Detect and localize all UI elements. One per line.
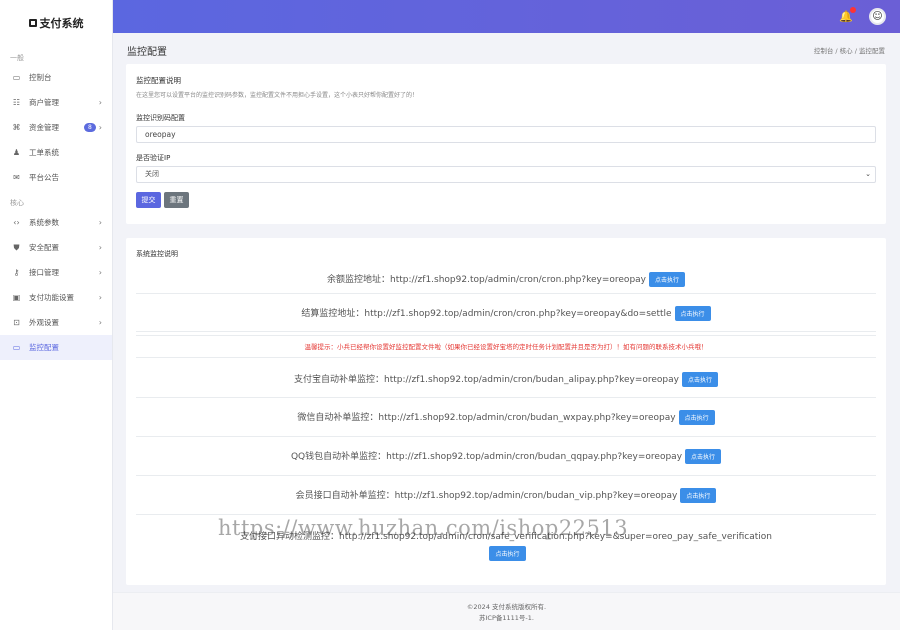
sidebar-item-5[interactable]: ‹› 系统参数 › (0, 210, 112, 235)
monitor-row: 结算监控地址：http://zf1.shop92.top/admin/cron/… (136, 294, 876, 332)
chevron-right-icon: › (98, 318, 102, 327)
monitor-url-text: 结算监控地址：http://zf1.shop92.top/admin/cron/… (301, 309, 672, 319)
monitor-card: 系统监控说明 余额监控地址：http://zf1.shop92.top/admi… (126, 238, 886, 585)
chevron-right-icon: › (98, 268, 102, 277)
sidebar-item-6[interactable]: ⛊ 安全配置 › (0, 235, 112, 260)
nav-group-core: 核心 (10, 199, 24, 207)
top-bar: 🔔 ☺ (113, 0, 900, 33)
monitor-row: 余额监控地址：http://zf1.shop92.top/admin/cron/… (136, 260, 876, 294)
reset-button[interactable]: 重置 (164, 192, 189, 208)
monitor-row: 微信自动补单监控：http://zf1.shop92.top/admin/cro… (136, 398, 876, 437)
app-brand[interactable]: 支付系统 (0, 0, 112, 45)
monitor-icon: ▭ (12, 73, 21, 82)
sidebar-item-2[interactable]: ⌘ 资金管理 8 › (0, 115, 112, 140)
monitor-url-text: 支付宝自动补单监控：http://zf1.shop92.top/admin/cr… (293, 375, 679, 385)
verify-ip-select[interactable]: 关闭 ⌄ (136, 166, 876, 183)
sidebar-item-label: 接口管理 (29, 268, 59, 277)
monitor-url-text: 支付接口异动检测监控：http://zf1.shop92.top/admin/c… (240, 532, 772, 542)
breadcrumb[interactable]: 控制台 / 核心 / 监控配置 (814, 45, 885, 55)
chevron-right-icon: › (98, 293, 102, 302)
monitor-url-text: QQ钱包自动补单监控：http://zf1.shop92.top/admin/c… (290, 452, 683, 462)
footer: ©2024 支付系统版权所有. 苏ICP备1111号-1. (113, 592, 900, 630)
chevron-down-icon: ⌄ (865, 170, 871, 178)
config-card: 监控配置说明 在这里您可以设置平台的监控识别码参数，监控配置文件不用担心手设置，… (126, 64, 886, 224)
submit-button[interactable]: 提交 (136, 192, 161, 208)
users-icon: ☷ (12, 98, 21, 107)
chevron-right-icon: › (98, 218, 102, 227)
user-icon: ♟ (12, 148, 21, 157)
execute-button[interactable]: 点击执行 (674, 306, 711, 321)
page-title: 监控配置 (127, 47, 167, 58)
nav-group-general: 一般 (10, 54, 24, 62)
monitor-row: 支付接口异动检测监控：http://zf1.shop92.top/admin/c… (136, 515, 876, 569)
footer-icp: 苏ICP备1111号-1. (479, 614, 534, 622)
screen-icon: ▭ (12, 343, 21, 352)
execute-button[interactable]: 点击执行 (685, 449, 722, 464)
sidebar-item-8[interactable]: ▣ 支付功能设置 › (0, 285, 112, 310)
sidebar-item-10[interactable]: ▭ 监控配置 (0, 335, 112, 360)
monitor-title: 系统监控说明 (136, 250, 178, 258)
sidebar-item-3[interactable]: ♟ 工单系统 (0, 140, 112, 165)
execute-button[interactable]: 点击执行 (678, 410, 715, 425)
count-badge: 8 (83, 123, 96, 132)
monitor-key-label: 监控识别码配置 (136, 114, 185, 122)
sidebar-item-label: 外观设置 (29, 318, 59, 327)
verify-ip-value: 关闭 (145, 170, 159, 178)
grid-icon: ▣ (12, 293, 21, 302)
monitor-row: 会员接口自动补单监控：http://zf1.shop92.top/admin/c… (136, 476, 876, 515)
layout-icon: ⊡ (13, 318, 20, 327)
monitor-url-text: 微信自动补单监控：http://zf1.shop92.top/admin/cro… (297, 413, 676, 423)
app-title: 支付系统 (39, 16, 84, 30)
config-title: 监控配置说明 (136, 76, 181, 85)
command-icon: ⌘ (12, 123, 21, 132)
code-icon: ‹› (13, 218, 20, 227)
execute-button[interactable]: 点击执行 (681, 372, 718, 387)
logo-icon (28, 18, 37, 27)
sidebar-item-7[interactable]: ⚷ 接口管理 › (0, 260, 112, 285)
sidebar: 支付系统 一般 ▭ 控制台 ☷ 商户管理 › ⌘ 资金管理 8 › ♟ 工单系统 ✉ 平台公告 核心 ‹… (0, 0, 113, 630)
warning-text: 温馨提示：小兵已经帮你设置好监控配置文件啦（如果你已经设置好宝塔的定时任务计划配… (136, 335, 876, 358)
shield-icon: ⛊ (13, 242, 20, 252)
monitor-row: 支付宝自动补单监控：http://zf1.shop92.top/admin/cr… (136, 360, 876, 398)
verify-ip-label: 是否验证IP (136, 154, 171, 162)
chevron-right-icon: › (98, 98, 102, 107)
footer-copyright: ©2024 支付系统版权所有. (466, 603, 547, 611)
sidebar-item-label: 平台公告 (29, 173, 59, 182)
notification-dot (850, 7, 856, 13)
sidebar-item-9[interactable]: ⊡ 外观设置 › (0, 310, 112, 335)
execute-button[interactable]: 点击执行 (489, 546, 526, 561)
sidebar-item-label: 支付功能设置 (29, 293, 74, 302)
sidebar-item-1[interactable]: ☷ 商户管理 › (0, 90, 112, 115)
monitor-url-text: 余额监控地址：http://zf1.shop92.top/admin/cron/… (326, 275, 646, 285)
monitor-row: QQ钱包自动补单监控：http://zf1.shop92.top/admin/c… (136, 437, 876, 476)
sidebar-item-0[interactable]: ▭ 控制台 (0, 65, 112, 90)
chevron-right-icon: › (98, 123, 102, 132)
sidebar-item-label: 安全配置 (29, 243, 59, 252)
key-icon: ⚷ (13, 268, 20, 277)
chevron-right-icon: › (98, 243, 102, 252)
execute-button[interactable]: 点击执行 (680, 488, 717, 503)
execute-button[interactable]: 点击执行 (649, 272, 686, 287)
monitor-url-text: 会员接口自动补单监控：http://zf1.shop92.top/admin/c… (295, 491, 678, 501)
sidebar-item-label: 工单系统 (29, 148, 59, 157)
sidebar-item-label: 商户管理 (29, 98, 59, 107)
sidebar-item-4[interactable]: ✉ 平台公告 (0, 165, 112, 190)
config-description: 在这里您可以设置平台的监控识别码参数，监控配置文件不用担心手设置，这个小表只好帮… (136, 92, 419, 99)
mail-icon: ✉ (13, 173, 20, 182)
avatar[interactable]: ☺ (869, 8, 886, 25)
monitor-key-input[interactable] (136, 126, 876, 143)
sidebar-item-label: 系统参数 (29, 218, 59, 227)
sidebar-item-label: 监控配置 (29, 343, 59, 352)
sidebar-item-label: 资金管理 (29, 123, 59, 132)
sidebar-item-label: 控制台 (29, 73, 52, 82)
